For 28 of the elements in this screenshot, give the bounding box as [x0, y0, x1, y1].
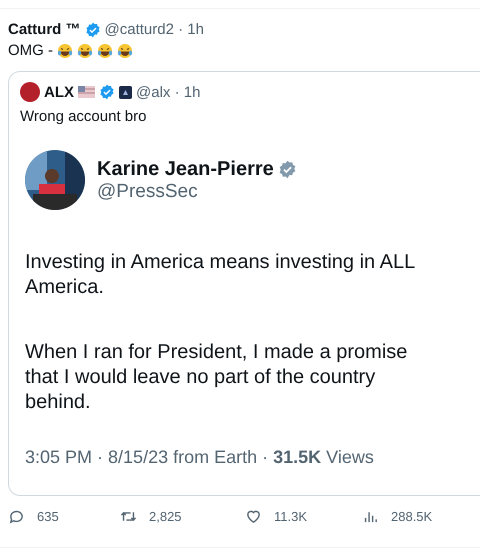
views-button[interactable]: 288.5K	[362, 508, 480, 525]
author-name[interactable]: ALX	[44, 84, 74, 100]
tweet-paragraph: When I ran for President, I made a promise that I would leave no part of the country behind.	[25, 340, 408, 415]
tweet-text: Wrong account bro	[20, 108, 146, 125]
handle-and-time: @alx · 1h	[136, 84, 200, 100]
tweet-paragraph: Investing in America means investing in ALL America.	[25, 250, 416, 300]
laughing-emoji-icon	[77, 42, 93, 58]
repost-button[interactable]: 2,825	[120, 508, 245, 525]
reply-button[interactable]: 635	[8, 508, 120, 525]
verified-badge-icon	[99, 84, 115, 100]
author-name: Karine Jean-Pierre	[97, 158, 274, 180]
laughing-emoji-icon	[97, 42, 113, 58]
verified-badge-icon	[84, 22, 100, 38]
flag-icon	[78, 86, 95, 98]
verified-badge-icon	[278, 160, 297, 178]
handle-and-time: @catturd2 · 1h	[104, 21, 204, 38]
laughing-emoji-icon	[117, 42, 133, 58]
affiliation-badge-icon	[119, 86, 132, 98]
author-name[interactable]: Catturd ™	[8, 21, 80, 38]
reply-icon	[8, 508, 25, 525]
timestamp-and-views: 3:05 PM · 8/15/23 from Earth · 31.5K Views	[25, 447, 375, 468]
avatar	[20, 82, 40, 102]
laughing-emoji-icon	[57, 42, 73, 58]
like-button[interactable]: 11.3K	[245, 508, 362, 525]
handle: @PressSec	[97, 180, 198, 202]
quoted-tweet-card[interactable]	[8, 71, 480, 496]
tweet-text: OMG -	[8, 42, 53, 59]
heart-icon	[245, 508, 262, 525]
